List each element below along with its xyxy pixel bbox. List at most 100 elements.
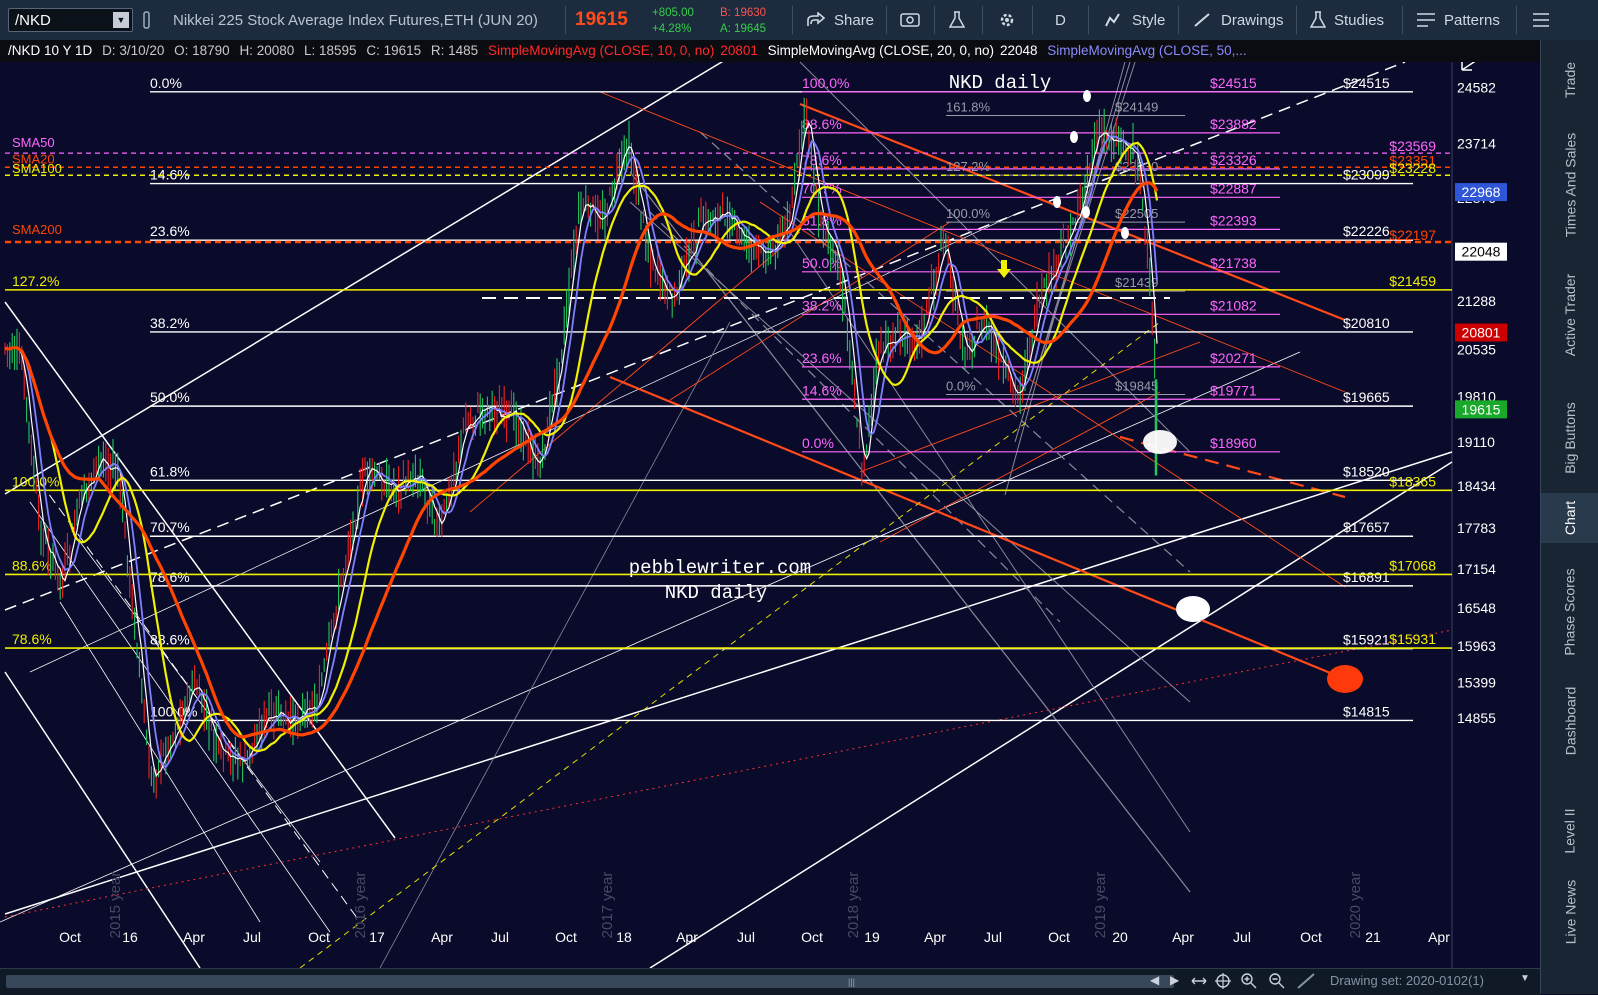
chevron-down-icon[interactable]: ▼ (113, 12, 129, 28)
ask-price: A: 19645 (720, 23, 767, 35)
white-level-label: 0.0% (150, 75, 182, 91)
y-tick-label: 16548 (1457, 600, 1496, 616)
highlight-circle (1143, 430, 1177, 454)
chevron-down-icon[interactable]: ▼ (1520, 973, 1530, 984)
tab-times-and-sales[interactable]: Times And Sales (1541, 123, 1598, 247)
x-tick-label: Apr (431, 929, 453, 945)
tab-big-buttons[interactable]: Big Buttons (1541, 392, 1598, 484)
yellow-level-label: 88.6% (12, 557, 52, 573)
year-marker: 2018 year (845, 872, 862, 939)
sma20-value: 22048 (999, 43, 1038, 58)
patterns-button[interactable]: Patterns (1416, 0, 1500, 40)
white-level-price: $17657 (1343, 519, 1390, 535)
pen-icon[interactable] (1296, 972, 1316, 995)
x-tick-label: 21 (1365, 929, 1381, 945)
x-tick-label: Apr (924, 929, 946, 945)
touch-marker (1121, 227, 1129, 239)
tab-live-news[interactable]: Live News (1541, 873, 1598, 951)
highlight-circle (1176, 596, 1210, 622)
drawings-button[interactable]: Drawings (1193, 0, 1284, 40)
period-button[interactable]: D (1055, 0, 1066, 40)
style-button[interactable]: Style (1104, 0, 1165, 40)
gray-level-label: 0.0% (946, 378, 976, 393)
magenta-level-price: $23326 (1210, 152, 1257, 168)
magenta-level-price: $19771 (1210, 382, 1257, 398)
zoom-in-icon[interactable] (1240, 972, 1258, 995)
white-level-price: $18520 (1343, 463, 1390, 479)
tab-active-trader[interactable]: Active Trader (1541, 264, 1598, 366)
horizontal-scrollbar[interactable]: ||| (6, 975, 1174, 988)
sma-price-label: $22197 (1389, 227, 1436, 243)
symbol-input[interactable]: /NKD ▼ (8, 8, 133, 32)
top-toolbar: /NKD ▼ Nikkei 225 Stock Average Index Fut… (0, 0, 1598, 41)
share-button[interactable]: Share (806, 0, 874, 40)
zoom-out-icon[interactable] (1268, 972, 1286, 995)
x-tick-label: Jul (737, 929, 755, 945)
snapshot-icon[interactable] (900, 0, 920, 40)
white-level-label: 78.6% (150, 569, 190, 585)
bottom-bar: ||| ◀ ▶ Drawing set: 2020-0102(1) ▼ (0, 968, 1540, 995)
tab-label: Active Trader (1562, 273, 1579, 357)
sma20-label[interactable]: SimpleMovingAvg (CLOSE, 20, 0, no) (768, 43, 994, 58)
x-tick-label: Jul (1233, 929, 1251, 945)
studies-button[interactable]: Studies (1310, 0, 1384, 40)
sma10-label[interactable]: SimpleMovingAvg (CLOSE, 10, 0, no) (488, 43, 714, 58)
patterns-icon (1417, 13, 1435, 27)
tab-dashboard[interactable]: Dashboard (1541, 678, 1598, 764)
x-tick-label: Apr (676, 929, 698, 945)
white-level-price: $24515 (1343, 75, 1390, 91)
scroll-grip-icon: ||| (848, 977, 856, 987)
drawing-set-label[interactable]: Drawing set: 2020-0102(1) (1330, 973, 1484, 988)
gear-icon[interactable] (998, 0, 1016, 40)
link-icon[interactable] (142, 0, 152, 40)
flask-icon (1310, 11, 1326, 28)
y-tick-label: 17154 (1457, 561, 1496, 577)
menu-icon[interactable] (1532, 0, 1550, 40)
magenta-level-label: 38.2% (802, 297, 842, 313)
scroll-right-icon[interactable]: ▶ (1170, 973, 1179, 987)
ohlc-low: L: 18595 (304, 43, 357, 58)
sma-label: SMA200 (12, 222, 62, 237)
y-tick-label: 23714 (1457, 136, 1496, 152)
price-tag: 19615 (1462, 401, 1501, 417)
price-tag: 20801 (1462, 325, 1501, 341)
white-level-price: $16891 (1343, 569, 1390, 585)
y-tick-label: 15399 (1457, 675, 1496, 691)
x-tick-label: 17 (369, 929, 385, 945)
tab-chart[interactable]: Chart (1541, 493, 1598, 543)
yellow-level-price: $18365 (1389, 473, 1436, 489)
sma50-label[interactable]: SimpleMovingAvg (CLOSE, 50,... (1047, 43, 1246, 58)
x-tick-label: Oct (59, 929, 81, 945)
tab-label: Chart (1561, 500, 1578, 536)
x-tick-label: Oct (308, 929, 330, 945)
x-tick-label: 18 (616, 929, 632, 945)
white-level-label: 38.2% (150, 315, 190, 331)
tab-trade[interactable]: Trade (1541, 57, 1598, 103)
magenta-level-price: $20271 (1210, 350, 1257, 366)
y-tick-label: 20535 (1457, 342, 1496, 358)
crosshair-icon[interactable] (1214, 972, 1232, 995)
white-level-price: $14815 (1343, 703, 1390, 719)
scroll-left-icon[interactable]: ◀ (1150, 973, 1159, 987)
y-tick-label: 18434 (1457, 478, 1496, 494)
white-level-price: $19665 (1343, 389, 1390, 405)
white-level-price: $15921 (1343, 632, 1390, 648)
tab-phase-scores[interactable]: Phase Scores (1541, 560, 1598, 664)
x-tick-label: Jul (984, 929, 1002, 945)
share-label: Share (834, 11, 875, 29)
x-tick-label: Oct (1300, 929, 1322, 945)
flask-icon[interactable] (949, 0, 965, 40)
tab-level-ii[interactable]: Level II (1541, 800, 1598, 862)
chart-title: /NKD 10 Y 1D (8, 43, 93, 58)
white-level-label: 70.7% (150, 519, 190, 535)
yellow-level-price: $17068 (1389, 557, 1436, 573)
year-marker: 2019 year (1092, 872, 1109, 939)
gray-level-label: 100.0% (946, 206, 991, 221)
touch-marker (1070, 131, 1078, 143)
year-marker: 2020 year (1347, 872, 1364, 939)
zoom-fit-icon[interactable] (1190, 972, 1208, 995)
y-tick-label: 17783 (1457, 520, 1496, 536)
target-circle (1327, 665, 1363, 693)
price-chart[interactable]: 0.0% $2451514.6% $2309923.6% $2222638.2% $20… (0, 62, 1540, 968)
yellow-level-price: $21459 (1389, 273, 1436, 289)
